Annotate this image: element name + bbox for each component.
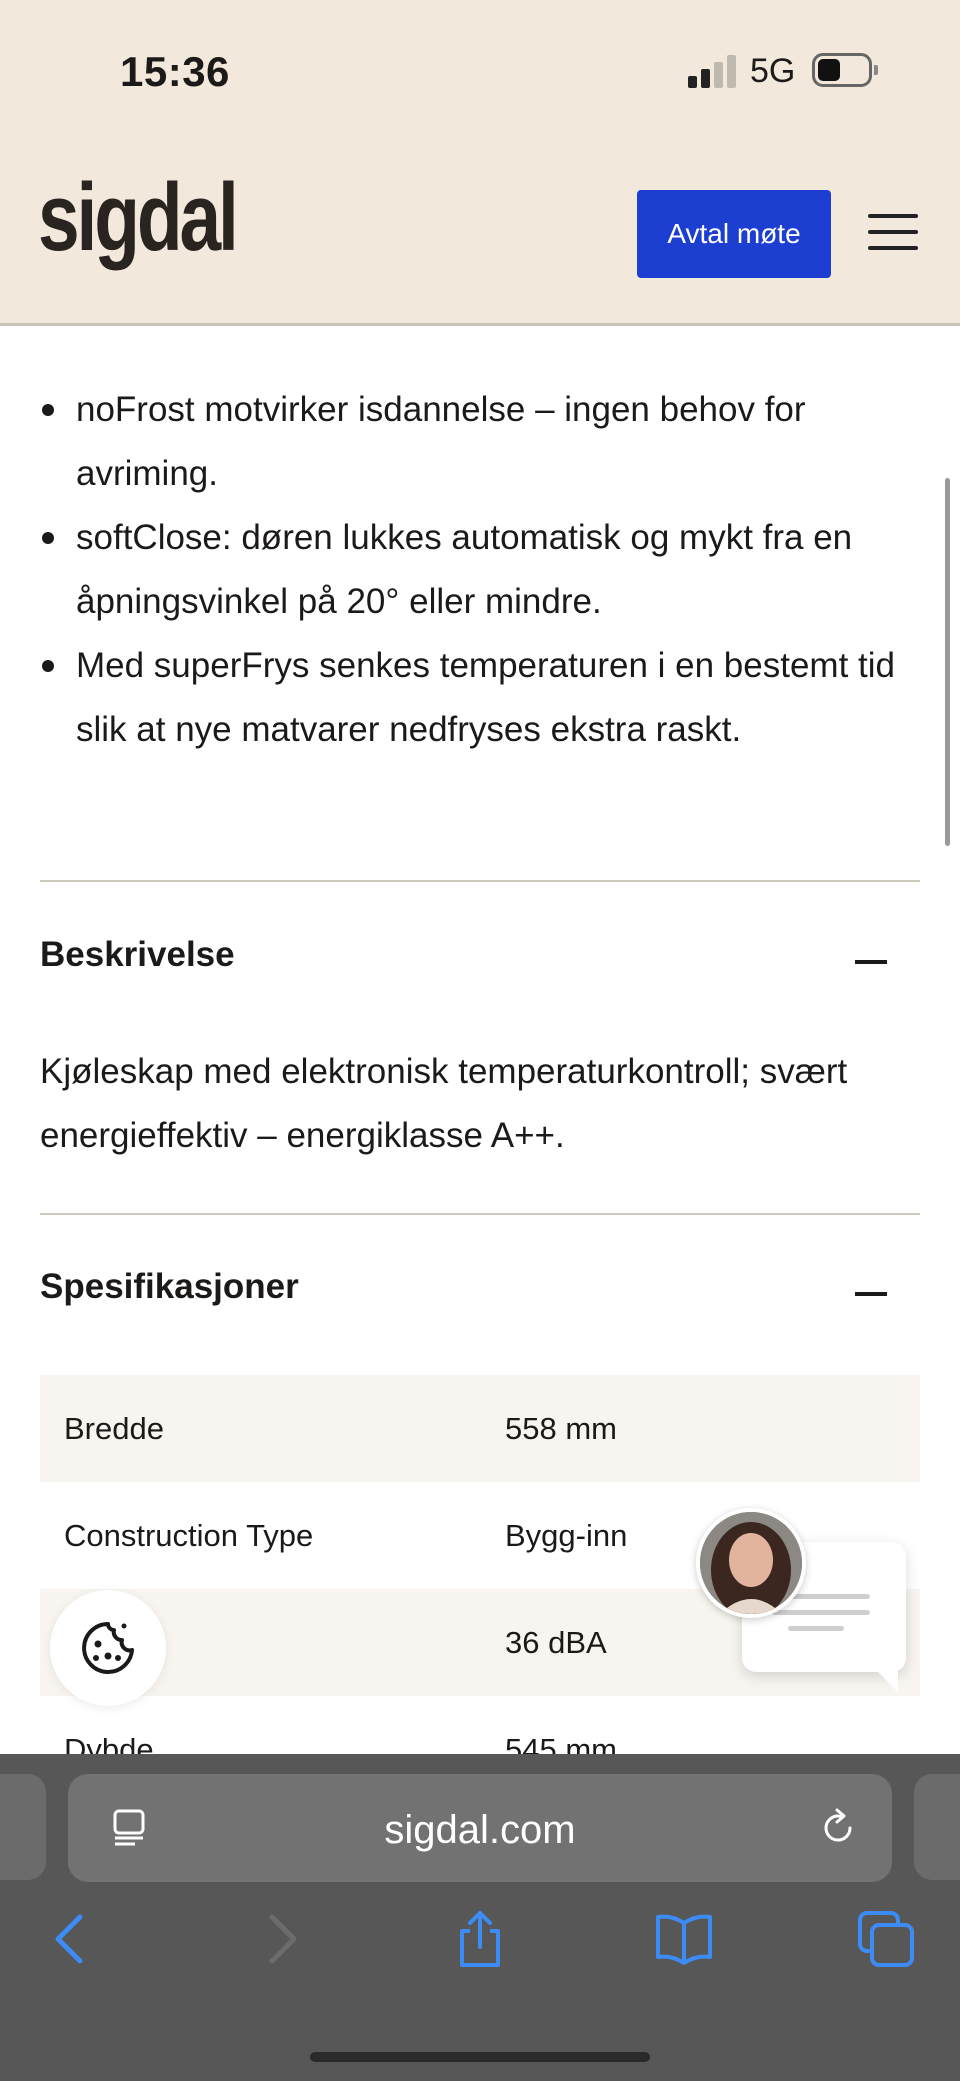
share-icon[interactable] — [450, 1909, 510, 1969]
spec-value: 36 dBA — [505, 1625, 607, 1660]
forward-icon[interactable] — [250, 1909, 310, 1969]
chat-bubble-tail — [864, 1658, 898, 1692]
status-time: 15:36 — [120, 48, 230, 95]
spec-label: Construction Type — [64, 1518, 314, 1553]
table-row: Bredde 558 mm — [40, 1375, 920, 1482]
signal-icon — [688, 52, 740, 88]
description-text: Kjøleskap med elektronisk temperaturkont… — [40, 1052, 848, 1155]
spec-value: Bygg-inn — [505, 1518, 628, 1553]
previous-tab-peek[interactable] — [0, 1774, 46, 1880]
browser-toolbar: sigdal.com — [0, 1754, 960, 2081]
sigdal-logo[interactable]: sigdal — [38, 170, 239, 266]
list-item: noFrost motvirker isdannelse – ingen beh… — [38, 378, 918, 506]
spec-label: Bredde — [64, 1411, 164, 1446]
cookie-settings-button[interactable] — [50, 1590, 166, 1706]
spec-value: 558 mm — [505, 1411, 617, 1446]
book-meeting-button[interactable]: Avtal møte — [637, 190, 831, 278]
tabs-icon[interactable] — [856, 1909, 916, 1969]
divider — [40, 1213, 920, 1215]
network-type: 5G — [750, 52, 796, 90]
home-indicator[interactable] — [310, 2052, 650, 2062]
battery-icon — [812, 53, 878, 87]
reload-icon[interactable] — [816, 1806, 860, 1850]
cookie-icon — [82, 1622, 134, 1674]
page-scrollbar[interactable] — [945, 478, 950, 846]
collapse-description-icon[interactable] — [853, 944, 889, 980]
list-item: softClose: døren lukkes automatisk og my… — [38, 506, 918, 634]
site-header: 15:36 5G sigdal Avtal møte — [0, 0, 960, 326]
bookmarks-icon[interactable] — [654, 1909, 714, 1969]
address-bar[interactable]: sigdal.com — [68, 1774, 892, 1882]
url-text[interactable]: sigdal.com — [68, 1808, 892, 1853]
feature-list: noFrost motvirker isdannelse – ingen beh… — [38, 378, 918, 762]
divider — [40, 880, 920, 882]
list-item: Med superFrys senkes temperaturen i en b… — [38, 634, 918, 762]
collapse-specifications-icon[interactable] — [853, 1276, 889, 1312]
specifications-heading[interactable]: Spesifikasjoner — [40, 1267, 299, 1307]
next-tab-peek[interactable] — [914, 1774, 960, 1880]
hamburger-menu-icon[interactable] — [868, 212, 920, 252]
agent-avatar[interactable] — [696, 1508, 806, 1618]
back-icon[interactable] — [42, 1909, 102, 1969]
description-heading[interactable]: Beskrivelse — [40, 935, 235, 975]
chat-widget[interactable] — [696, 1508, 910, 1708]
